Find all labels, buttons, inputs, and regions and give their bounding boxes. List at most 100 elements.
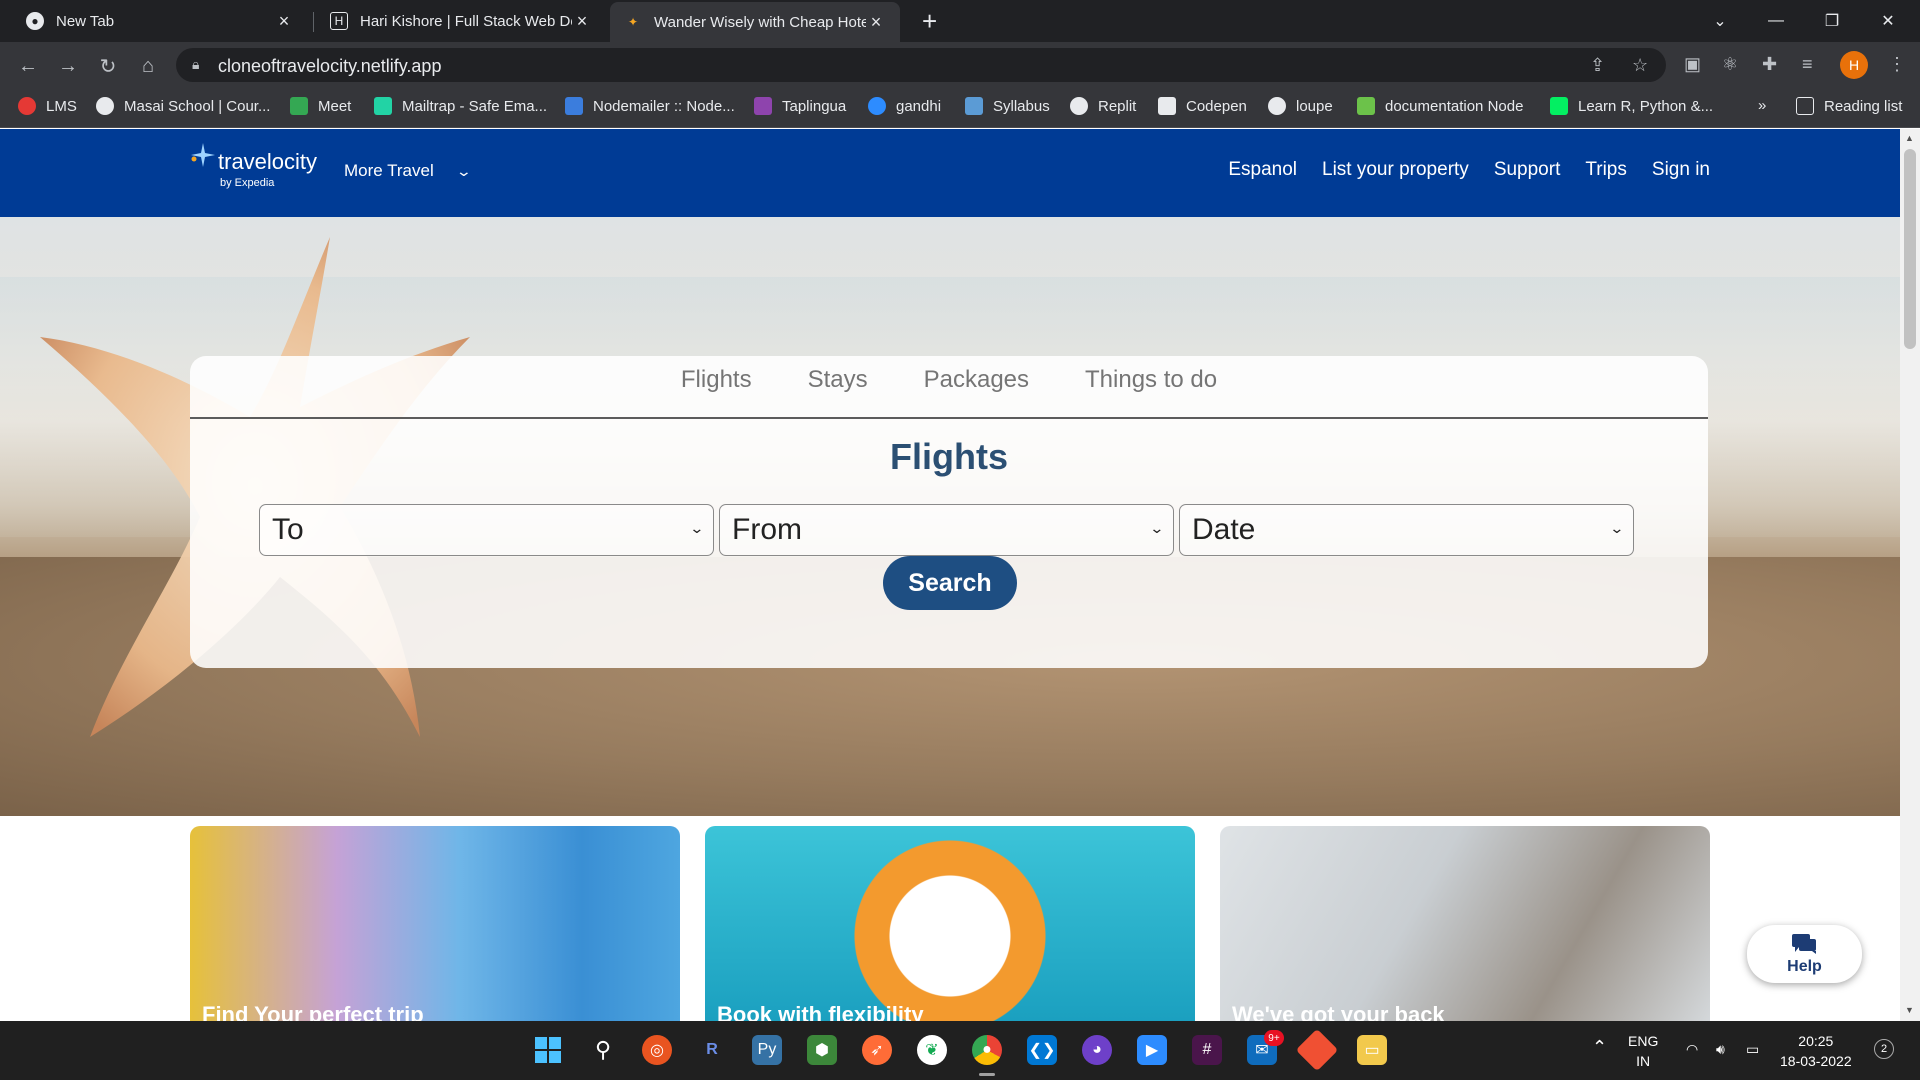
clock[interactable]: 20:25 18-03-2022 xyxy=(1780,1031,1852,1071)
page-viewport: travelocity by Expedia More Travel ⌄ Esp… xyxy=(0,129,1900,1021)
restore-icon[interactable]: ❐ xyxy=(1804,0,1860,42)
python-icon[interactable]: Py xyxy=(752,1035,782,1065)
forward-arrow-icon[interactable]: → xyxy=(54,52,82,80)
ubuntu-icon[interactable]: ◎ xyxy=(642,1035,672,1065)
home-icon[interactable]: ⌂ xyxy=(134,52,162,80)
bookmark-gandhi[interactable]: gandhi xyxy=(868,97,941,115)
nav-list-property[interactable]: List your property xyxy=(1322,159,1469,181)
bookmarks-overflow-button[interactable]: » xyxy=(1758,97,1766,114)
tab-stays[interactable]: Stays xyxy=(808,366,868,417)
wifi-icon[interactable]: ◠ xyxy=(1686,1039,1698,1059)
chat-bubble-icon xyxy=(1792,934,1816,954)
nav-support[interactable]: Support xyxy=(1494,159,1561,181)
new-tab-button[interactable]: + xyxy=(922,8,937,34)
search-button[interactable]: Search xyxy=(883,556,1017,610)
bookmark-label: Learn R, Python &... xyxy=(1578,97,1714,115)
share-icon[interactable]: ⇪ xyxy=(1590,55,1605,76)
reading-list-button[interactable]: Reading list xyxy=(1796,97,1902,115)
url-text[interactable]: cloneoftravelocity.netlify.app xyxy=(218,56,441,77)
notification-count[interactable]: 2 xyxy=(1874,1039,1894,1059)
vscode-icon[interactable]: ❮❯ xyxy=(1027,1035,1057,1065)
mongodb-compass-icon[interactable]: ❦ xyxy=(917,1035,947,1065)
monitor-icon xyxy=(965,97,983,115)
to-select[interactable]: To ⌄ xyxy=(259,504,714,556)
scroll-up-icon[interactable]: ▲ xyxy=(1905,133,1914,143)
bookmark-mailtrap[interactable]: Mailtrap - Safe Ema... xyxy=(374,97,547,115)
profile-avatar[interactable]: H xyxy=(1840,51,1868,79)
bookmark-codepen[interactable]: Codepen xyxy=(1158,97,1247,115)
close-icon[interactable]: × xyxy=(274,11,294,32)
menu-kebab-icon[interactable]: ⋮ xyxy=(1888,54,1906,75)
bookmark-masai[interactable]: Masai School | Cour... xyxy=(96,97,270,115)
tab-portfolio[interactable]: H Hari Kishore | Full Stack Web Dev × xyxy=(316,0,606,42)
tab-packages[interactable]: Packages xyxy=(924,366,1029,417)
bookmark-taplingua[interactable]: Taplingua xyxy=(754,97,846,115)
bookmark-meet[interactable]: Meet xyxy=(290,97,351,115)
globe-icon xyxy=(96,97,114,115)
volume-icon[interactable]: 🔊︎ xyxy=(1716,1039,1725,1059)
postman-icon[interactable]: ➶ xyxy=(862,1035,892,1065)
address-bar[interactable]: 🔒︎ cloneoftravelocity.netlify.app ⇪ ☆ xyxy=(176,48,1666,82)
bookmark-syllabus[interactable]: Syllabus xyxy=(965,97,1050,115)
windows-taskbar: ⚲ ◎ R Py ⬢ ➶ ❦ ● ❮❯ ◕ ▶ # ✉ 9+ ▭ ⌃ ENG I… xyxy=(0,1021,1920,1080)
scroll-down-icon[interactable]: ▼ xyxy=(1905,1005,1914,1015)
datacamp-icon xyxy=(1550,97,1568,115)
promo-card-colorful-houses[interactable]: Find Your perfect trip xyxy=(190,826,680,1021)
react-devtools-icon[interactable]: ⚛ xyxy=(1722,54,1738,75)
battery-icon[interactable]: ▭ xyxy=(1746,1039,1759,1059)
promo-cards: Find Your perfect trip Book with flexibi… xyxy=(0,826,1900,1021)
slack-icon[interactable]: # xyxy=(1192,1035,1222,1065)
bookmark-star-icon[interactable]: ☆ xyxy=(1632,55,1648,76)
lock-icon[interactable]: 🔒︎ xyxy=(192,56,199,73)
tab-flights[interactable]: Flights xyxy=(681,366,752,417)
r-studio-icon[interactable]: R xyxy=(697,1035,727,1065)
bookmark-lms[interactable]: LMS xyxy=(18,97,77,115)
tab-new-tab[interactable]: ● New Tab × xyxy=(12,0,308,42)
more-travel-label: More Travel xyxy=(344,161,434,180)
from-select[interactable]: From ⌄ xyxy=(719,504,1174,556)
bookmark-nodemailer[interactable]: Nodemailer :: Node... xyxy=(565,97,735,115)
search-mode-tabs: Flights Stays Packages Things to do xyxy=(190,356,1708,419)
chrome-icon[interactable]: ● xyxy=(972,1035,1002,1065)
date-select[interactable]: Date ⌄ xyxy=(1179,504,1634,556)
minimize-icon[interactable]: — xyxy=(1748,0,1804,42)
tab-travelocity[interactable]: ✦ Wander Wisely with Cheap Hotel × xyxy=(610,2,900,42)
mailtrap-icon xyxy=(374,97,392,115)
page-scrollbar[interactable]: ▲ ▼ xyxy=(1900,129,1920,1021)
nav-trips[interactable]: Trips xyxy=(1585,159,1627,181)
search-icon[interactable]: ⚲ xyxy=(588,1035,618,1065)
nav-espanol[interactable]: Espanol xyxy=(1228,159,1297,181)
zoom-icon[interactable]: ▶ xyxy=(1137,1035,1167,1065)
close-window-icon[interactable]: ✕ xyxy=(1860,0,1916,42)
windows-start-icon[interactable] xyxy=(533,1035,563,1065)
promo-card-pool-ball[interactable]: Book with flexibility xyxy=(705,826,1195,1021)
bookmark-loupe[interactable]: loupe xyxy=(1268,97,1333,115)
media-control-icon[interactable]: ≡ xyxy=(1802,54,1813,75)
github-desktop-icon[interactable]: ◕ xyxy=(1082,1035,1112,1065)
tab-things-to-do[interactable]: Things to do xyxy=(1085,366,1217,417)
scrollbar-thumb[interactable] xyxy=(1904,149,1916,349)
nodejs-icon[interactable]: ⬢ xyxy=(807,1035,837,1065)
git-icon[interactable] xyxy=(1295,1028,1339,1072)
extension-screen-icon[interactable]: ▣ xyxy=(1684,54,1701,75)
chevron-up-icon[interactable]: ⌃ xyxy=(1592,1037,1607,1057)
help-button[interactable]: Help xyxy=(1747,925,1862,983)
bookmark-label: Codepen xyxy=(1186,97,1247,115)
close-icon[interactable]: × xyxy=(866,12,886,33)
zoom-icon xyxy=(868,97,886,115)
extensions-puzzle-icon[interactable]: ✚ xyxy=(1762,54,1777,75)
tab-label: Hari Kishore | Full Stack Web Dev xyxy=(360,12,572,30)
bookmark-node-docs[interactable]: documentation Node xyxy=(1357,97,1523,115)
close-icon[interactable]: × xyxy=(572,11,592,32)
bookmark-datacamp[interactable]: Learn R, Python &... xyxy=(1550,97,1713,115)
bookmark-replit[interactable]: Replit xyxy=(1070,97,1136,115)
reload-icon[interactable]: ↻ xyxy=(94,52,122,80)
nav-sign-in[interactable]: Sign in xyxy=(1652,159,1710,181)
language-indicator[interactable]: ENG IN xyxy=(1628,1031,1658,1071)
promo-card-rope-bridge[interactable]: We've got your back xyxy=(1220,826,1710,1021)
file-explorer-icon[interactable]: ▭ xyxy=(1357,1035,1387,1065)
tab-search-icon[interactable]: ⌄ xyxy=(1692,0,1748,42)
more-travel-menu[interactable]: More Travel ⌄ xyxy=(344,161,472,181)
back-arrow-icon[interactable]: ← xyxy=(14,52,42,80)
bookmark-label: Replit xyxy=(1098,97,1137,115)
